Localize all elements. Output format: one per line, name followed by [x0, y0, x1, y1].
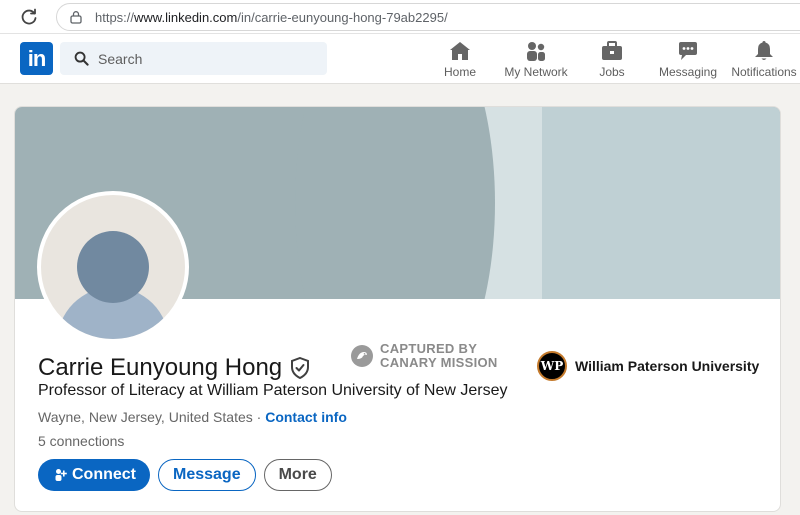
avatar-head [77, 231, 149, 303]
canary-mission-watermark: CAPTURED BY CANARY MISSION [350, 342, 498, 370]
profile-location: Wayne, New Jersey, United States [38, 409, 253, 425]
watermark-line2: CANARY MISSION [380, 355, 498, 370]
messaging-icon [679, 42, 697, 60]
nav-notifications[interactable]: Notifications [730, 40, 798, 80]
home-icon [450, 42, 470, 60]
lock-icon[interactable] [69, 10, 83, 24]
watermark-text: CAPTURED BY CANARY MISSION [380, 342, 498, 370]
search-input[interactable]: Search [60, 42, 327, 75]
profile-card: CAPTURED BY CANARY MISSION Carrie Eunyou… [14, 106, 781, 512]
location-separator: · [252, 409, 266, 425]
search-icon [74, 51, 89, 66]
connect-button[interactable]: Connect [38, 459, 150, 491]
reload-icon[interactable] [19, 7, 39, 27]
nav-messaging[interactable]: Messaging [656, 40, 720, 80]
browser-toolbar: https://www.linkedin.com/in/carrie-eunyo… [0, 0, 800, 34]
more-button[interactable]: More [263, 459, 332, 491]
nav-messaging-label: Messaging [658, 65, 718, 79]
cover-arc-mask [295, 107, 495, 299]
connections-count[interactable]: 5 connections [38, 433, 124, 449]
verified-shield-icon[interactable] [290, 357, 310, 379]
education-name: William Paterson University [575, 358, 760, 374]
address-bar[interactable]: https://www.linkedin.com/in/carrie-eunyo… [56, 3, 800, 31]
linkedin-top-nav: in Search Home My Network Jobs Messaging… [0, 34, 800, 84]
cover-stripe [542, 107, 780, 299]
search-placeholder: Search [98, 51, 143, 67]
message-button[interactable]: Message [158, 459, 256, 491]
nav-my-network[interactable]: My Network [500, 40, 572, 80]
connect-label: Connect [72, 466, 136, 483]
wpu-logo: WP [537, 351, 567, 381]
profile-name: Carrie Eunyoung Hong [38, 354, 283, 381]
contact-info-link[interactable]: Contact info [265, 409, 347, 425]
network-icon [527, 42, 545, 61]
location-row: Wayne, New Jersey, United States · Conta… [38, 409, 347, 425]
nav-home[interactable]: Home [440, 40, 480, 80]
profile-headline: Professor of Literacy at William Paterso… [38, 382, 508, 399]
canary-icon [351, 345, 373, 367]
bell-icon [755, 41, 773, 60]
nav-home-label: Home [443, 65, 476, 79]
avatar[interactable] [37, 191, 189, 343]
linkedin-logo[interactable]: in [20, 42, 53, 75]
profile-actions: Connect Message More [38, 459, 332, 491]
education-link[interactable]: WP William Paterson University [537, 351, 759, 381]
url-path: /in/carrie-eunyoung-hong-79ab2295/ [237, 10, 448, 25]
name-row: Carrie Eunyoung Hong [38, 354, 310, 382]
url-prefix: https:// [95, 10, 135, 25]
nav-jobs[interactable]: Jobs [592, 40, 632, 80]
nav-my-network-label: My Network [504, 65, 568, 79]
add-person-icon [55, 469, 67, 481]
nav-jobs-label: Jobs [599, 65, 625, 79]
nav-notifications-label: Notifications [731, 65, 797, 79]
url-host: www.linkedin.com [134, 10, 238, 25]
url-text[interactable]: https://www.linkedin.com/in/carrie-eunyo… [95, 10, 448, 25]
watermark-line1: CAPTURED BY [380, 341, 478, 356]
briefcase-icon [602, 41, 622, 60]
